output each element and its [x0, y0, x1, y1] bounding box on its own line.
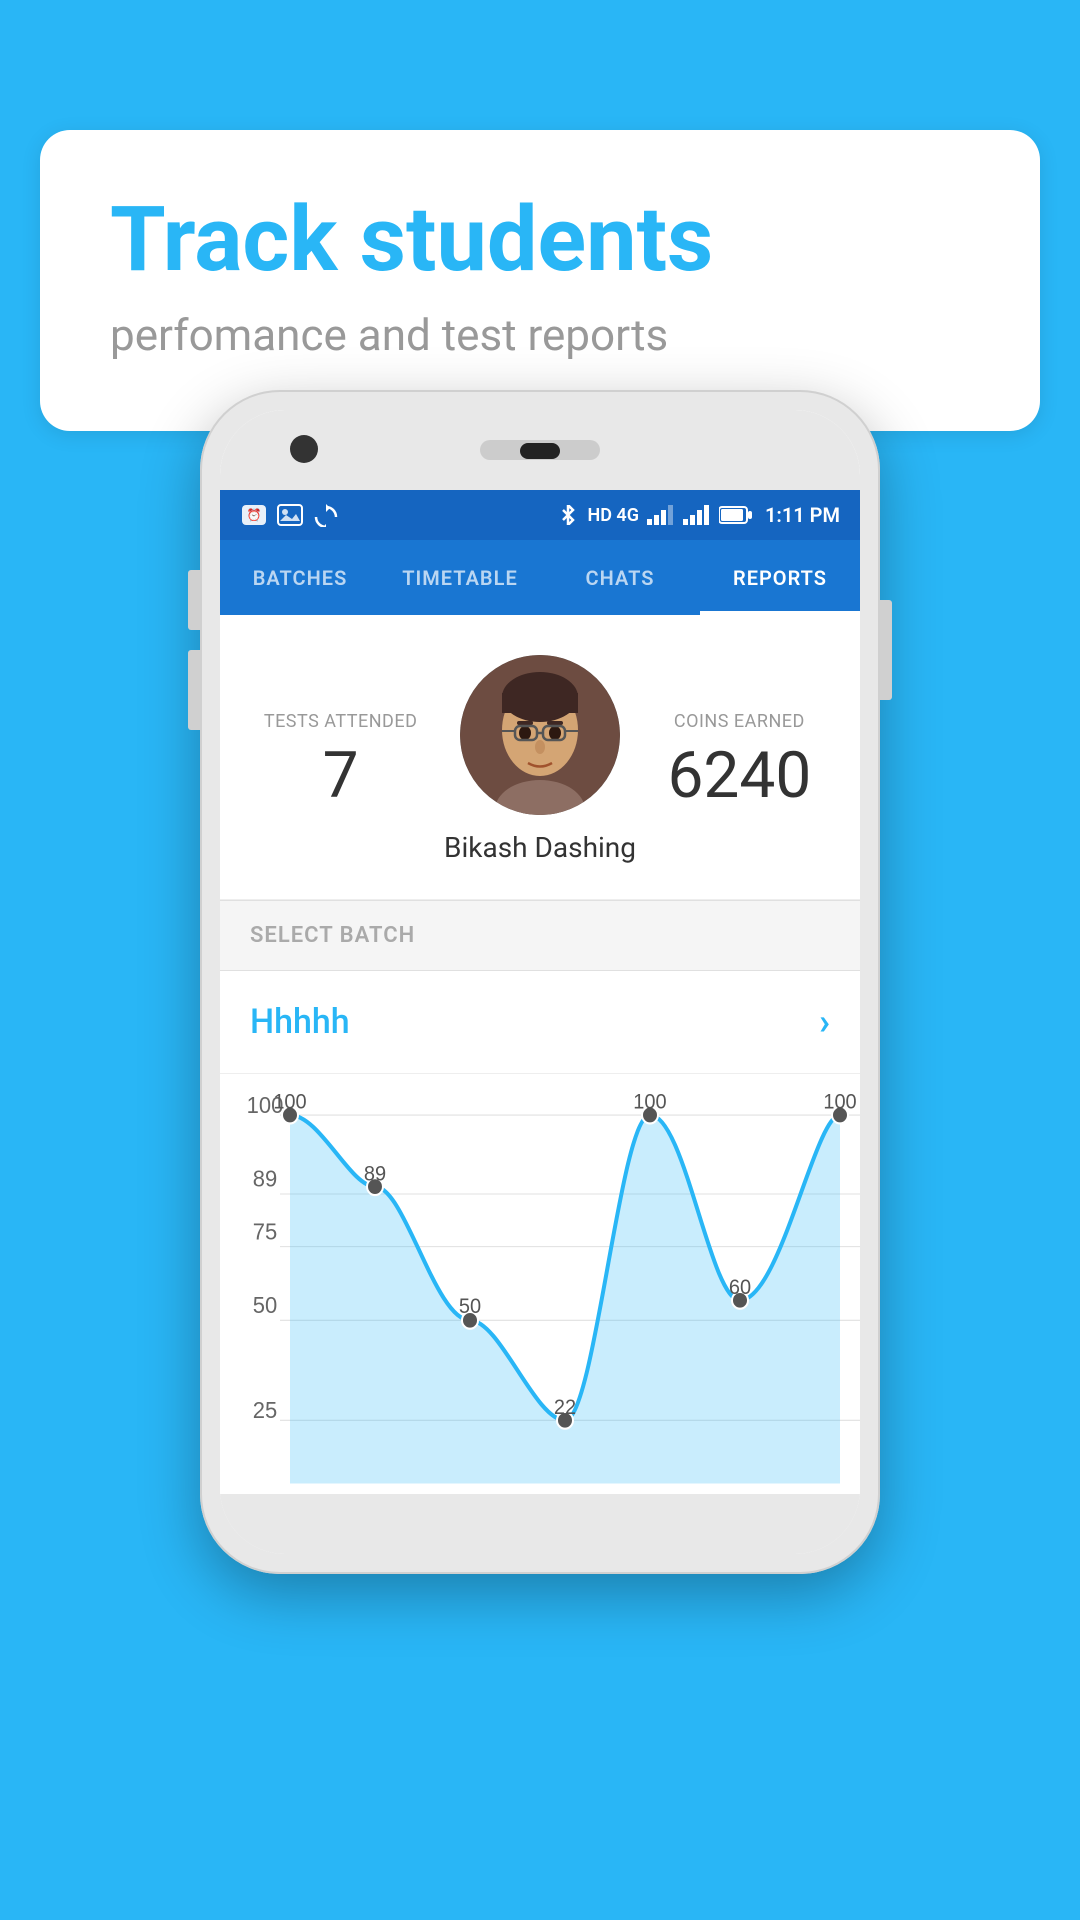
tab-timetable[interactable]: TIMETABLE	[380, 540, 540, 615]
phone-mockup: ⏰	[200, 390, 880, 1574]
svg-text:75: 75	[253, 1219, 277, 1245]
tab-chats[interactable]: CHATS	[540, 540, 700, 615]
chart-area: 100 89 75 50 25	[220, 1074, 860, 1494]
signal-icon-2	[683, 505, 711, 525]
svg-text:⏰: ⏰	[247, 507, 262, 522]
batch-item[interactable]: Hhhhh ›	[220, 971, 860, 1074]
network-label: HD 4G	[587, 505, 639, 526]
tests-attended-value: 7	[250, 744, 431, 808]
svg-text:60: 60	[729, 1276, 751, 1300]
bluetooth-icon	[557, 505, 579, 525]
svg-text:89: 89	[253, 1166, 277, 1192]
svg-text:100: 100	[273, 1094, 306, 1114]
performance-chart: 100 89 75 50 25	[220, 1094, 860, 1494]
coins-earned-box: COINS EARNED 6240	[649, 711, 830, 808]
bubble-subtitle: perfomance and test reports	[110, 309, 970, 361]
chevron-right-icon: ›	[819, 1001, 830, 1043]
profile-name: Bikash Dashing	[444, 831, 636, 864]
signal-icon-1	[647, 505, 675, 525]
svg-text:50: 50	[459, 1294, 481, 1318]
svg-text:89: 89	[364, 1162, 386, 1186]
select-batch-header: SELECT BATCH	[220, 900, 860, 971]
svg-text:100: 100	[823, 1094, 856, 1114]
svg-text:50: 50	[253, 1292, 277, 1318]
sync-icon	[312, 503, 340, 527]
screen-content: TESTS ATTENDED 7	[220, 615, 860, 1494]
status-bar: ⏰	[220, 490, 860, 540]
status-icons-left: ⏰	[240, 503, 340, 527]
svg-text:100: 100	[633, 1094, 666, 1114]
svg-text:25: 25	[253, 1398, 277, 1424]
speech-bubble: Track students perfomance and test repor…	[40, 130, 1040, 431]
tab-batches[interactable]: BATCHES	[220, 540, 380, 615]
proximity-sensor	[520, 443, 560, 459]
coins-earned-value: 6240	[649, 744, 830, 808]
phone-bottom-bar	[220, 1494, 860, 1554]
tests-attended-box: TESTS ATTENDED 7	[250, 711, 431, 808]
avatar-image	[460, 655, 620, 815]
front-camera	[290, 435, 318, 463]
svg-text:22: 22	[554, 1396, 576, 1420]
avatar	[460, 655, 620, 815]
tab-bar: BATCHES TIMETABLE CHATS REPORTS	[220, 540, 860, 615]
coins-earned-label: COINS EARNED	[649, 711, 830, 732]
phone-top-bar	[220, 410, 860, 490]
phone-screen: ⏰	[220, 410, 860, 1554]
time-display: 1:11 PM	[765, 503, 840, 527]
status-icons-right: HD 4G	[557, 503, 840, 527]
tests-attended-label: TESTS ATTENDED	[250, 711, 431, 732]
side-button-volume-down	[188, 650, 200, 730]
profile-center: Bikash Dashing	[431, 655, 649, 864]
side-button-volume-up	[188, 570, 200, 630]
battery-icon	[719, 505, 753, 525]
phone-shell: ⏰	[200, 390, 880, 1574]
batch-name: Hhhhh	[250, 1002, 350, 1042]
bubble-title: Track students	[110, 190, 970, 289]
select-batch-label: SELECT BATCH	[250, 923, 415, 948]
side-button-power	[880, 600, 892, 700]
tab-reports[interactable]: REPORTS	[700, 540, 860, 615]
notification-icon: ⏰	[240, 503, 268, 527]
profile-section: TESTS ATTENDED 7	[220, 615, 860, 900]
image-icon	[276, 503, 304, 527]
